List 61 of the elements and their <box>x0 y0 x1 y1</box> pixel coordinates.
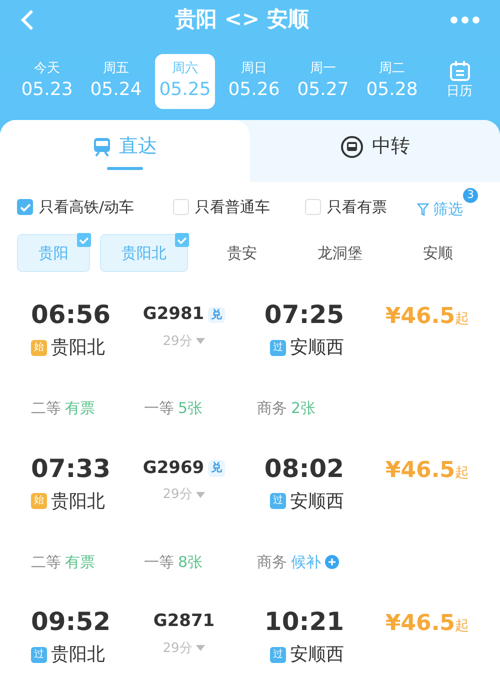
duration: 29分 <box>162 486 192 504</box>
date-tab[interactable]: 周二 05.28 <box>362 54 422 108</box>
arrival-station: 安顺西 <box>290 643 344 667</box>
route-tab[interactable]: 中转 <box>250 120 500 182</box>
date-tab[interactable]: 今天 05.23 <box>17 54 77 108</box>
price: ¥46.5起 <box>385 303 469 331</box>
station-chip[interactable]: 安顺 <box>394 234 482 272</box>
date-tab[interactable]: 周五 05.24 <box>86 54 146 108</box>
departure-time: 06:56 <box>31 299 112 331</box>
duration: 29分 <box>162 640 192 658</box>
station-badge: 过 <box>270 646 286 662</box>
departure-time: 09:52 <box>31 606 112 638</box>
seat-status: 有票 <box>65 398 95 419</box>
date-tab[interactable]: 周六 05.25 <box>155 54 215 108</box>
train-number: G2871 <box>153 610 215 633</box>
departure-station: 贵阳北 <box>51 643 105 667</box>
station-badge: 始 <box>31 493 47 509</box>
filter-button[interactable]: 筛选 <box>417 198 463 220</box>
train-number: G2969 <box>142 456 204 480</box>
seat-class: 二等 <box>31 398 61 419</box>
seat-status: 8张 <box>178 552 203 572</box>
filter-checkbox[interactable]: 只看普通车 <box>173 196 305 218</box>
seat-class: 二等 <box>31 552 61 572</box>
station-chip[interactable]: 贵阳北 <box>100 234 188 272</box>
arrival-time: 10:21 <box>264 606 344 638</box>
arrival-station: 安顺西 <box>290 490 344 514</box>
station-badge: 始 <box>31 340 47 356</box>
departure-station: 贵阳北 <box>51 490 105 514</box>
exchange-badge: 兑 <box>208 306 226 323</box>
calendar-button[interactable]: 日历 <box>431 60 488 102</box>
seat-status: 有票 <box>65 552 95 572</box>
departure-time: 07:33 <box>31 452 112 484</box>
train-number: G2981 <box>142 303 204 326</box>
price: ¥46.5起 <box>385 456 469 484</box>
arrival-time: 07:25 <box>264 299 344 331</box>
station-chip[interactable]: 贵阳 <box>17 234 90 272</box>
page-title: 贵阳 <> 安顺 <box>174 6 310 34</box>
route-tab[interactable]: 直达 <box>0 120 250 182</box>
station-chip[interactable]: 龙洞堡 <box>296 234 384 272</box>
duration: 29分 <box>162 332 192 350</box>
filter-checkbox[interactable]: 只看高铁/动车 <box>17 196 173 218</box>
price: ¥46.5起 <box>385 610 469 638</box>
seat-status: 2张 <box>291 398 316 419</box>
departure-station: 贵阳北 <box>51 336 105 360</box>
arrival-time: 08:02 <box>264 452 344 484</box>
seat-class: 一等 <box>144 398 174 419</box>
station-badge: 过 <box>31 646 47 662</box>
date-tab[interactable]: 周一 05.27 <box>293 54 353 108</box>
seat-class: 一等 <box>144 552 174 572</box>
count-badge: 3 <box>463 188 478 203</box>
exchange-badge: 兑 <box>208 460 226 476</box>
station-badge: 过 <box>270 493 286 509</box>
station-badge: 过 <box>270 340 286 356</box>
seat-class: 商务 <box>257 552 287 572</box>
filter-checkbox[interactable]: 只看有票 <box>305 196 417 218</box>
date-tab[interactable]: 周日 05.26 <box>224 54 284 108</box>
station-chip[interactable]: 贵安 <box>198 234 286 272</box>
seat-status: 5张 <box>178 398 203 419</box>
seat-status: 候补 <box>291 552 321 572</box>
seat-class: 商务 <box>257 398 287 419</box>
arrival-station: 安顺西 <box>290 336 344 360</box>
